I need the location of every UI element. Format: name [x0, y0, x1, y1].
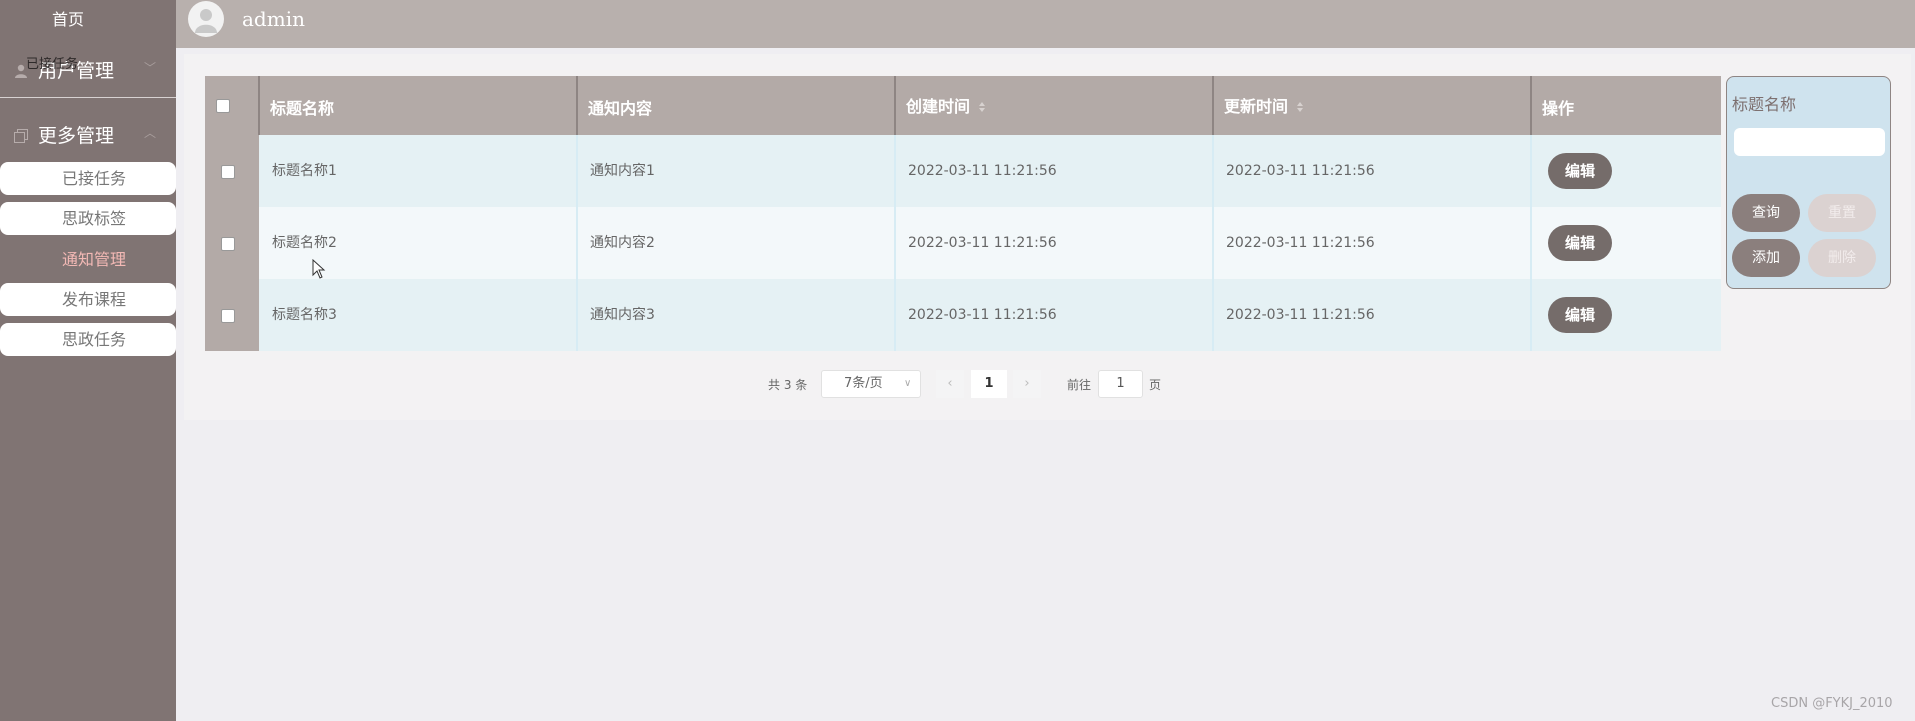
column-header-created[interactable]: 创建时间 — [896, 76, 1214, 135]
sidebar-divider — [0, 97, 176, 98]
cell-created: 2022-03-11 11:21:56 — [896, 279, 1214, 351]
edit-button[interactable]: 编辑 — [1548, 153, 1612, 189]
menu-overlay-text: 已接任务 — [26, 57, 79, 72]
sidebar-item-label: 思政标签 — [61, 209, 126, 228]
avatar-icon[interactable] — [188, 1, 224, 37]
column-header-content: 通知内容 — [578, 76, 896, 135]
page-size-value: 7条/页 — [844, 376, 883, 391]
sidebar-item-label: 通知管理 — [61, 250, 126, 269]
table-row: 标题名称2 通知内容2 2022-03-11 11:21:56 2022-03-… — [205, 207, 1721, 279]
pagination-page-suffix: 页 — [1149, 378, 1162, 392]
sidebar-item-tags[interactable]: 思政标签 — [0, 202, 176, 235]
cell-created: 2022-03-11 11:21:56 — [896, 135, 1214, 207]
watermark: CSDN @FYKJ_2010 — [1771, 696, 1893, 711]
pagination-total: 共 3 条 — [768, 378, 808, 392]
sidebar-item-label: 已接任务 — [61, 169, 126, 188]
sidebar-item-label: 思政任务 — [61, 330, 126, 349]
search-input[interactable] — [1734, 128, 1885, 156]
column-header-label: 通知内容 — [588, 99, 653, 118]
cell-content: 通知内容1 — [578, 135, 896, 207]
prev-page-button[interactable]: ‹ — [936, 370, 964, 398]
row-select-cell — [205, 207, 259, 279]
chevron-down-icon: ﹀ — [144, 61, 157, 75]
cell-title: 标题名称3 — [260, 279, 578, 351]
top-bar: admin — [176, 0, 1915, 48]
row-select-cell — [205, 279, 259, 351]
sort-icon[interactable] — [978, 98, 986, 112]
column-header-label: 标题名称 — [270, 99, 335, 118]
sort-icon[interactable] — [1296, 98, 1304, 112]
sidebar-item-accepted-tasks[interactable]: 已接任务 — [0, 162, 176, 195]
header-select-all-cell — [205, 76, 260, 135]
cell-title: 标题名称1 — [260, 135, 578, 207]
reset-button[interactable]: 重置 — [1808, 194, 1876, 232]
menu-more-management-label: 更多管理 — [38, 125, 115, 147]
row-checkbox[interactable] — [221, 237, 235, 251]
cell-title: 标题名称2 — [260, 207, 578, 279]
column-header-label: 操作 — [1542, 99, 1575, 118]
cell-content: 通知内容2 — [578, 207, 896, 279]
sidebar: 首页 用户管理 已接任务 ﹀ 更多管理 ︿ 已接任务 思政标签 通知管理 发布课… — [0, 0, 176, 721]
cell-created: 2022-03-11 11:21:56 — [896, 207, 1214, 279]
mouse-cursor-icon — [312, 259, 326, 279]
goto-page-input[interactable]: 1 — [1098, 370, 1143, 398]
sidebar-item-label: 发布课程 — [61, 290, 126, 309]
next-page-button[interactable]: › — [1013, 370, 1041, 398]
delete-button[interactable]: 删除 — [1808, 239, 1876, 277]
table-header: 标题名称 通知内容 创建时间 更新时间 操作 — [205, 76, 1721, 135]
pagination-goto-label: 前往 — [1067, 378, 1092, 392]
search-label: 标题名称 — [1732, 95, 1797, 114]
cell-updated: 2022-03-11 11:21:56 — [1214, 207, 1532, 279]
username[interactable]: admin — [242, 7, 305, 31]
row-checkbox[interactable] — [221, 309, 235, 323]
add-button[interactable]: 添加 — [1732, 239, 1800, 277]
chevron-down-icon: ∨ — [904, 378, 912, 389]
cell-updated: 2022-03-11 11:21:56 — [1214, 135, 1532, 207]
column-header-actions: 操作 — [1532, 76, 1721, 135]
column-header-label: 更新时间 — [1224, 97, 1289, 116]
column-header-title: 标题名称 — [260, 76, 578, 135]
menu-user-management[interactable]: 用户管理 已接任务 ﹀ — [0, 53, 176, 87]
table-row: 标题名称1 通知内容1 2022-03-11 11:21:56 2022-03-… — [205, 135, 1721, 207]
page-size-select[interactable]: 7条/页 ∨ — [821, 370, 921, 398]
cell-content: 通知内容3 — [578, 279, 896, 351]
chevron-up-icon: ︿ — [144, 126, 157, 140]
cell-updated: 2022-03-11 11:21:56 — [1214, 279, 1532, 351]
sidebar-home-link[interactable]: 首页 — [0, 6, 136, 30]
page-number-current[interactable]: 1 — [971, 370, 1007, 398]
sidebar-item-publish-course[interactable]: 发布课程 — [0, 283, 176, 316]
column-header-label: 创建时间 — [906, 97, 971, 116]
copy-icon — [14, 126, 28, 143]
menu-more-management[interactable]: 更多管理 ︿ — [0, 118, 176, 152]
row-checkbox[interactable] — [221, 165, 235, 179]
sidebar-item-tasks[interactable]: 思政任务 — [0, 323, 176, 356]
query-button[interactable]: 查询 — [1732, 194, 1800, 232]
sidebar-item-notice-management[interactable]: 通知管理 — [0, 243, 176, 276]
edit-button[interactable]: 编辑 — [1548, 297, 1612, 333]
select-all-checkbox[interactable] — [216, 99, 230, 113]
edit-button[interactable]: 编辑 — [1548, 225, 1612, 261]
row-select-cell — [205, 135, 259, 207]
search-panel: 标题名称 查询 重置 添加 删除 — [1726, 76, 1891, 289]
table-row: 标题名称3 通知内容3 2022-03-11 11:21:56 2022-03-… — [205, 279, 1721, 351]
column-header-updated[interactable]: 更新时间 — [1214, 76, 1532, 135]
